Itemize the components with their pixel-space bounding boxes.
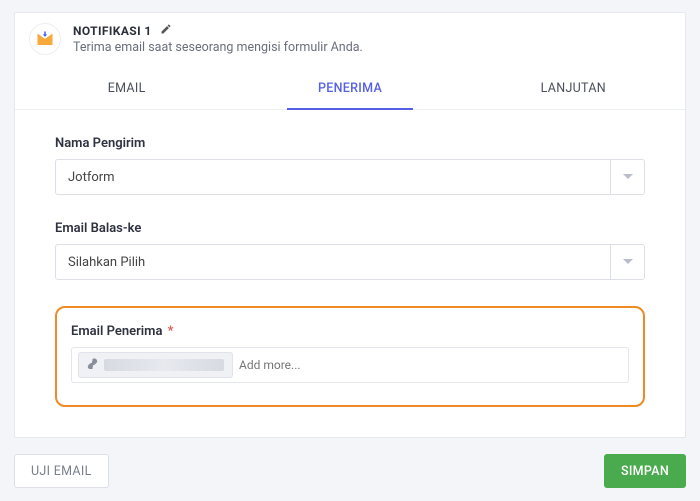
notification-settings-card: NOTIFIKASI 1 Terima email saat seseorang… [14, 12, 686, 438]
tab-recipients[interactable]: PENERIMA [238, 67, 461, 109]
card-header: NOTIFIKASI 1 Terima email saat seseorang… [15, 13, 685, 67]
test-email-button[interactable]: UJI EMAIL [14, 454, 109, 488]
select-reply-to-value: Silahkan Pilih [56, 255, 610, 270]
recipient-email-highlight: Email Penerima * [55, 306, 645, 407]
notification-subtitle: Terima email saat seseorang mengisi form… [73, 40, 363, 55]
email-chip-value [104, 359, 224, 371]
add-more-input[interactable] [239, 358, 622, 372]
field-reply-to: Email Balas-ke Silahkan Pilih [55, 221, 645, 280]
tab-advanced[interactable]: LANJUTAN [462, 67, 685, 109]
label-recipient-email: Email Penerima * [71, 324, 629, 339]
label-reply-to: Email Balas-ke [55, 221, 645, 236]
label-sender-name: Nama Pengirim [55, 136, 645, 151]
pencil-icon[interactable] [160, 23, 172, 38]
select-sender-value: Jotform [56, 170, 610, 185]
notification-title: NOTIFIKASI 1 [73, 24, 152, 38]
chevron-down-icon [610, 160, 644, 194]
recipient-email-input[interactable] [71, 347, 629, 383]
chevron-down-icon [610, 245, 644, 279]
mail-icon [29, 23, 61, 55]
select-reply-to[interactable]: Silahkan Pilih [55, 244, 645, 280]
required-asterisk: * [168, 324, 174, 339]
link-icon [87, 358, 98, 372]
tab-panel-recipients: Nama Pengirim Jotform Email Balas-ke Sil… [15, 110, 685, 437]
field-sender-name: Nama Pengirim Jotform [55, 136, 645, 195]
label-recipient-text: Email Penerima [71, 324, 162, 339]
tabs: EMAIL PENERIMA LANJUTAN [15, 67, 685, 110]
select-sender-name[interactable]: Jotform [55, 159, 645, 195]
footer-actions: UJI EMAIL SIMPAN [14, 454, 686, 488]
email-chip[interactable] [78, 352, 233, 378]
save-button[interactable]: SIMPAN [604, 454, 686, 488]
tab-email[interactable]: EMAIL [15, 67, 238, 109]
